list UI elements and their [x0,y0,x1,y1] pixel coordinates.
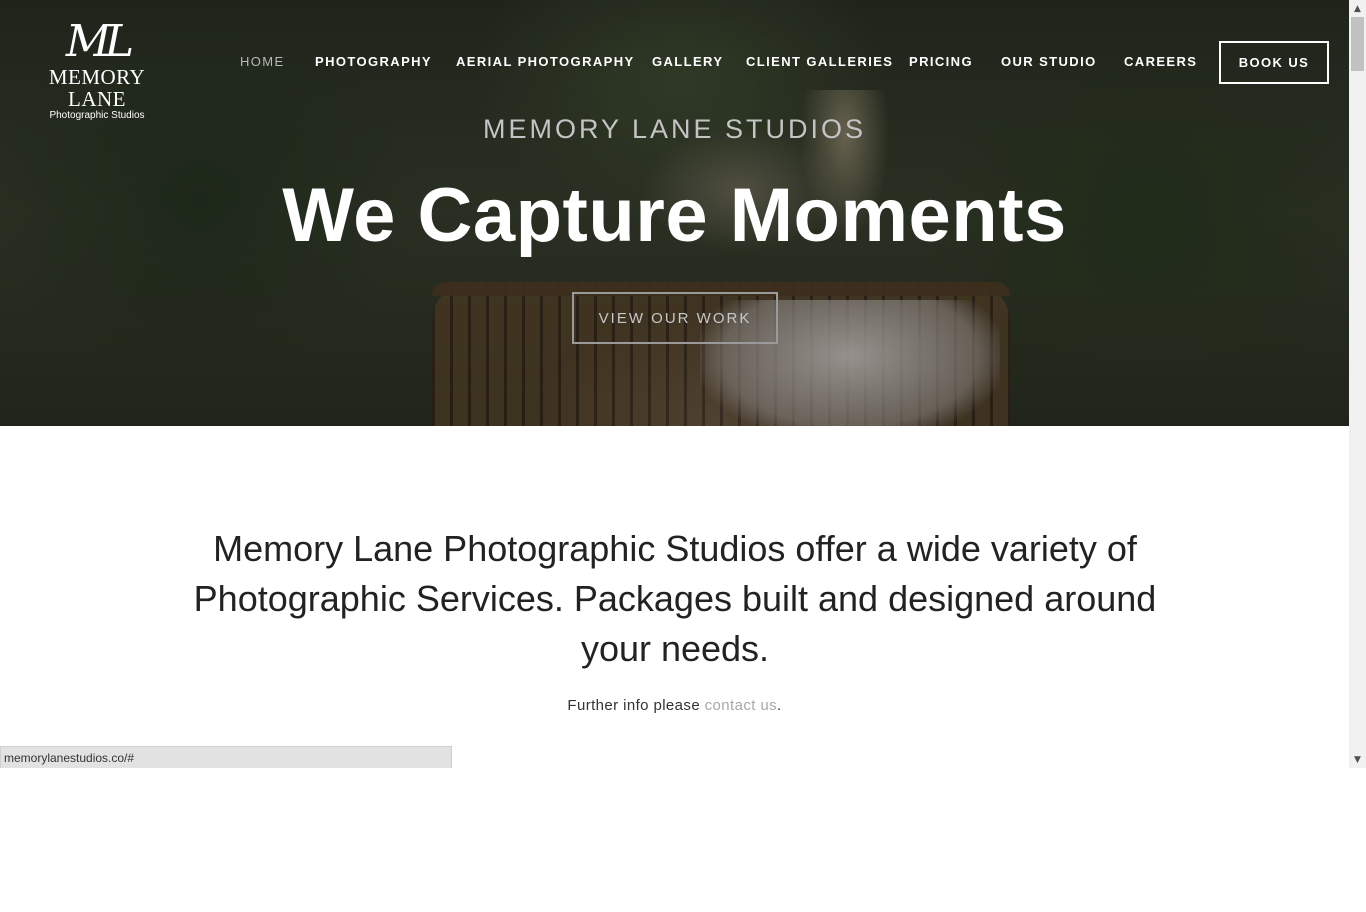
nav-item-client-galleries[interactable]: CLIENT GALLERIES [746,54,893,69]
nav-item-gallery[interactable]: GALLERY [652,54,723,69]
nav-item-aerial-photography[interactable]: AERIAL PHOTOGRAPHY [456,54,635,69]
further-info-suffix: . [777,697,782,714]
triangle-up-icon[interactable]: ▲ [1349,0,1366,17]
further-info: Further info please contact us. [0,697,1349,714]
contact-us-link[interactable]: contact us [705,697,777,714]
nav-item-home[interactable]: HOME [240,54,285,69]
logo-monogram: ML [65,16,134,67]
nav-item-pricing[interactable]: PRICING [909,54,973,69]
nav-item-photography[interactable]: PHOTOGRAPHY [315,54,432,69]
nav-item-our-studio[interactable]: OUR STUDIO [1001,54,1097,69]
nav-item-careers[interactable]: CAREERS [1124,54,1197,69]
scrollbar-thumb[interactable] [1351,17,1364,71]
book-us-button[interactable]: BOOK US [1219,41,1329,84]
view-our-work-button[interactable]: VIEW OUR WORK [572,292,778,344]
hero-section: ML MEMORY LANE Photographic Studios HOME… [0,0,1349,426]
vertical-scrollbar[interactable]: ▲ ▼ [1349,0,1366,768]
logo-name: MEMORY LANE [48,65,146,111]
status-bar-url: memorylanestudios.co/# [0,746,452,768]
page-viewport: ML MEMORY LANE Photographic Studios HOME… [0,0,1349,768]
site-logo[interactable]: ML MEMORY LANE Photographic Studios [22,16,172,122]
further-info-prefix: Further info please [567,697,705,714]
hero-title: We Capture Moments [282,173,1067,258]
hero-kicker: MEMORY LANE STUDIOS [482,114,867,144]
intro-text: Memory Lane Photographic Studios offer a… [193,528,1157,669]
triangle-down-icon[interactable]: ▼ [1349,751,1366,768]
